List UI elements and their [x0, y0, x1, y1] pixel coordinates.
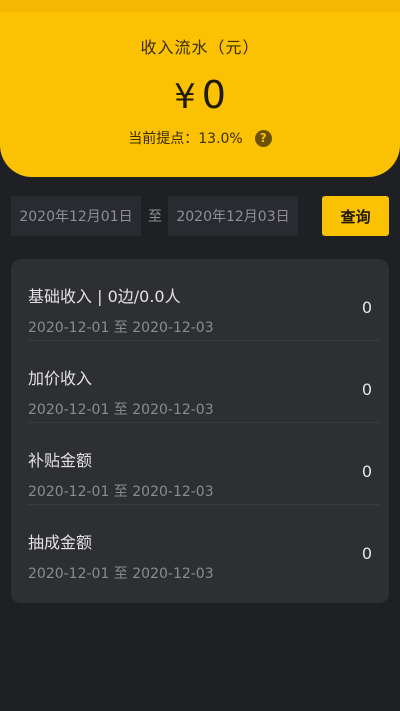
row-date-range: 2020-12-01 至 2020-12-03 — [28, 402, 214, 418]
currency-symbol: ¥ — [174, 77, 196, 117]
date-separator: 至 — [148, 209, 162, 225]
row-date-range: 2020-12-01 至 2020-12-03 — [28, 320, 214, 336]
row-title: 补贴金额 — [28, 451, 93, 470]
income-amount: ¥0 — [0, 72, 400, 120]
row-title: 基础收入 | 0边/0.0人 — [28, 287, 181, 306]
row-title: 抽成金额 — [28, 533, 93, 552]
row-title: 加价收入 — [28, 369, 93, 388]
row-value: 0 — [361, 298, 372, 317]
income-title: 收入流水（元） — [140, 38, 260, 57]
list-item-markup-income[interactable]: 加价收入 2020-12-01 至 2020-12-03 0 — [11, 341, 389, 423]
list-item-base-income[interactable]: 基础收入 | 0边/0.0人 2020-12-01 至 2020-12-03 0 — [11, 259, 389, 341]
list-item-commission-amount[interactable]: 抽成金额 2020-12-01 至 2020-12-03 0 — [11, 505, 389, 587]
list-item-subsidy-amount[interactable]: 补贴金额 2020-12-01 至 2020-12-03 0 — [11, 423, 389, 505]
start-date-picker[interactable]: 2020年12月01日 — [11, 196, 141, 236]
query-button[interactable]: 查询 — [322, 196, 389, 236]
income-summary-header: 收入流水（元） ¥0 当前提点：13.0% ? — [0, 0, 400, 177]
row-date-range: 2020-12-01 至 2020-12-03 — [28, 566, 214, 582]
commission-rate-text: 当前提点：13.0% — [128, 131, 243, 147]
row-date-range: 2020-12-01 至 2020-12-03 — [28, 484, 214, 500]
help-circle-icon[interactable]: ? — [254, 129, 272, 147]
row-value: 0 — [361, 380, 372, 399]
income-page: 收入流水（元） ¥0 当前提点：13.0% ? 2020年12月01日 至 20… — [0, 0, 400, 711]
row-value: 0 — [361, 544, 372, 563]
date-filter: 2020年12月01日 至 2020年12月03日 查询 — [11, 196, 389, 236]
row-value: 0 — [361, 462, 372, 481]
income-breakdown-card: 基础收入 | 0边/0.0人 2020-12-01 至 2020-12-03 0… — [11, 259, 389, 603]
end-date-picker[interactable]: 2020年12月03日 — [168, 196, 298, 236]
amount-value: 0 — [201, 73, 226, 117]
status-strip — [0, 0, 400, 12]
commission-rate-row: 当前提点：13.0% ? — [0, 128, 400, 148]
